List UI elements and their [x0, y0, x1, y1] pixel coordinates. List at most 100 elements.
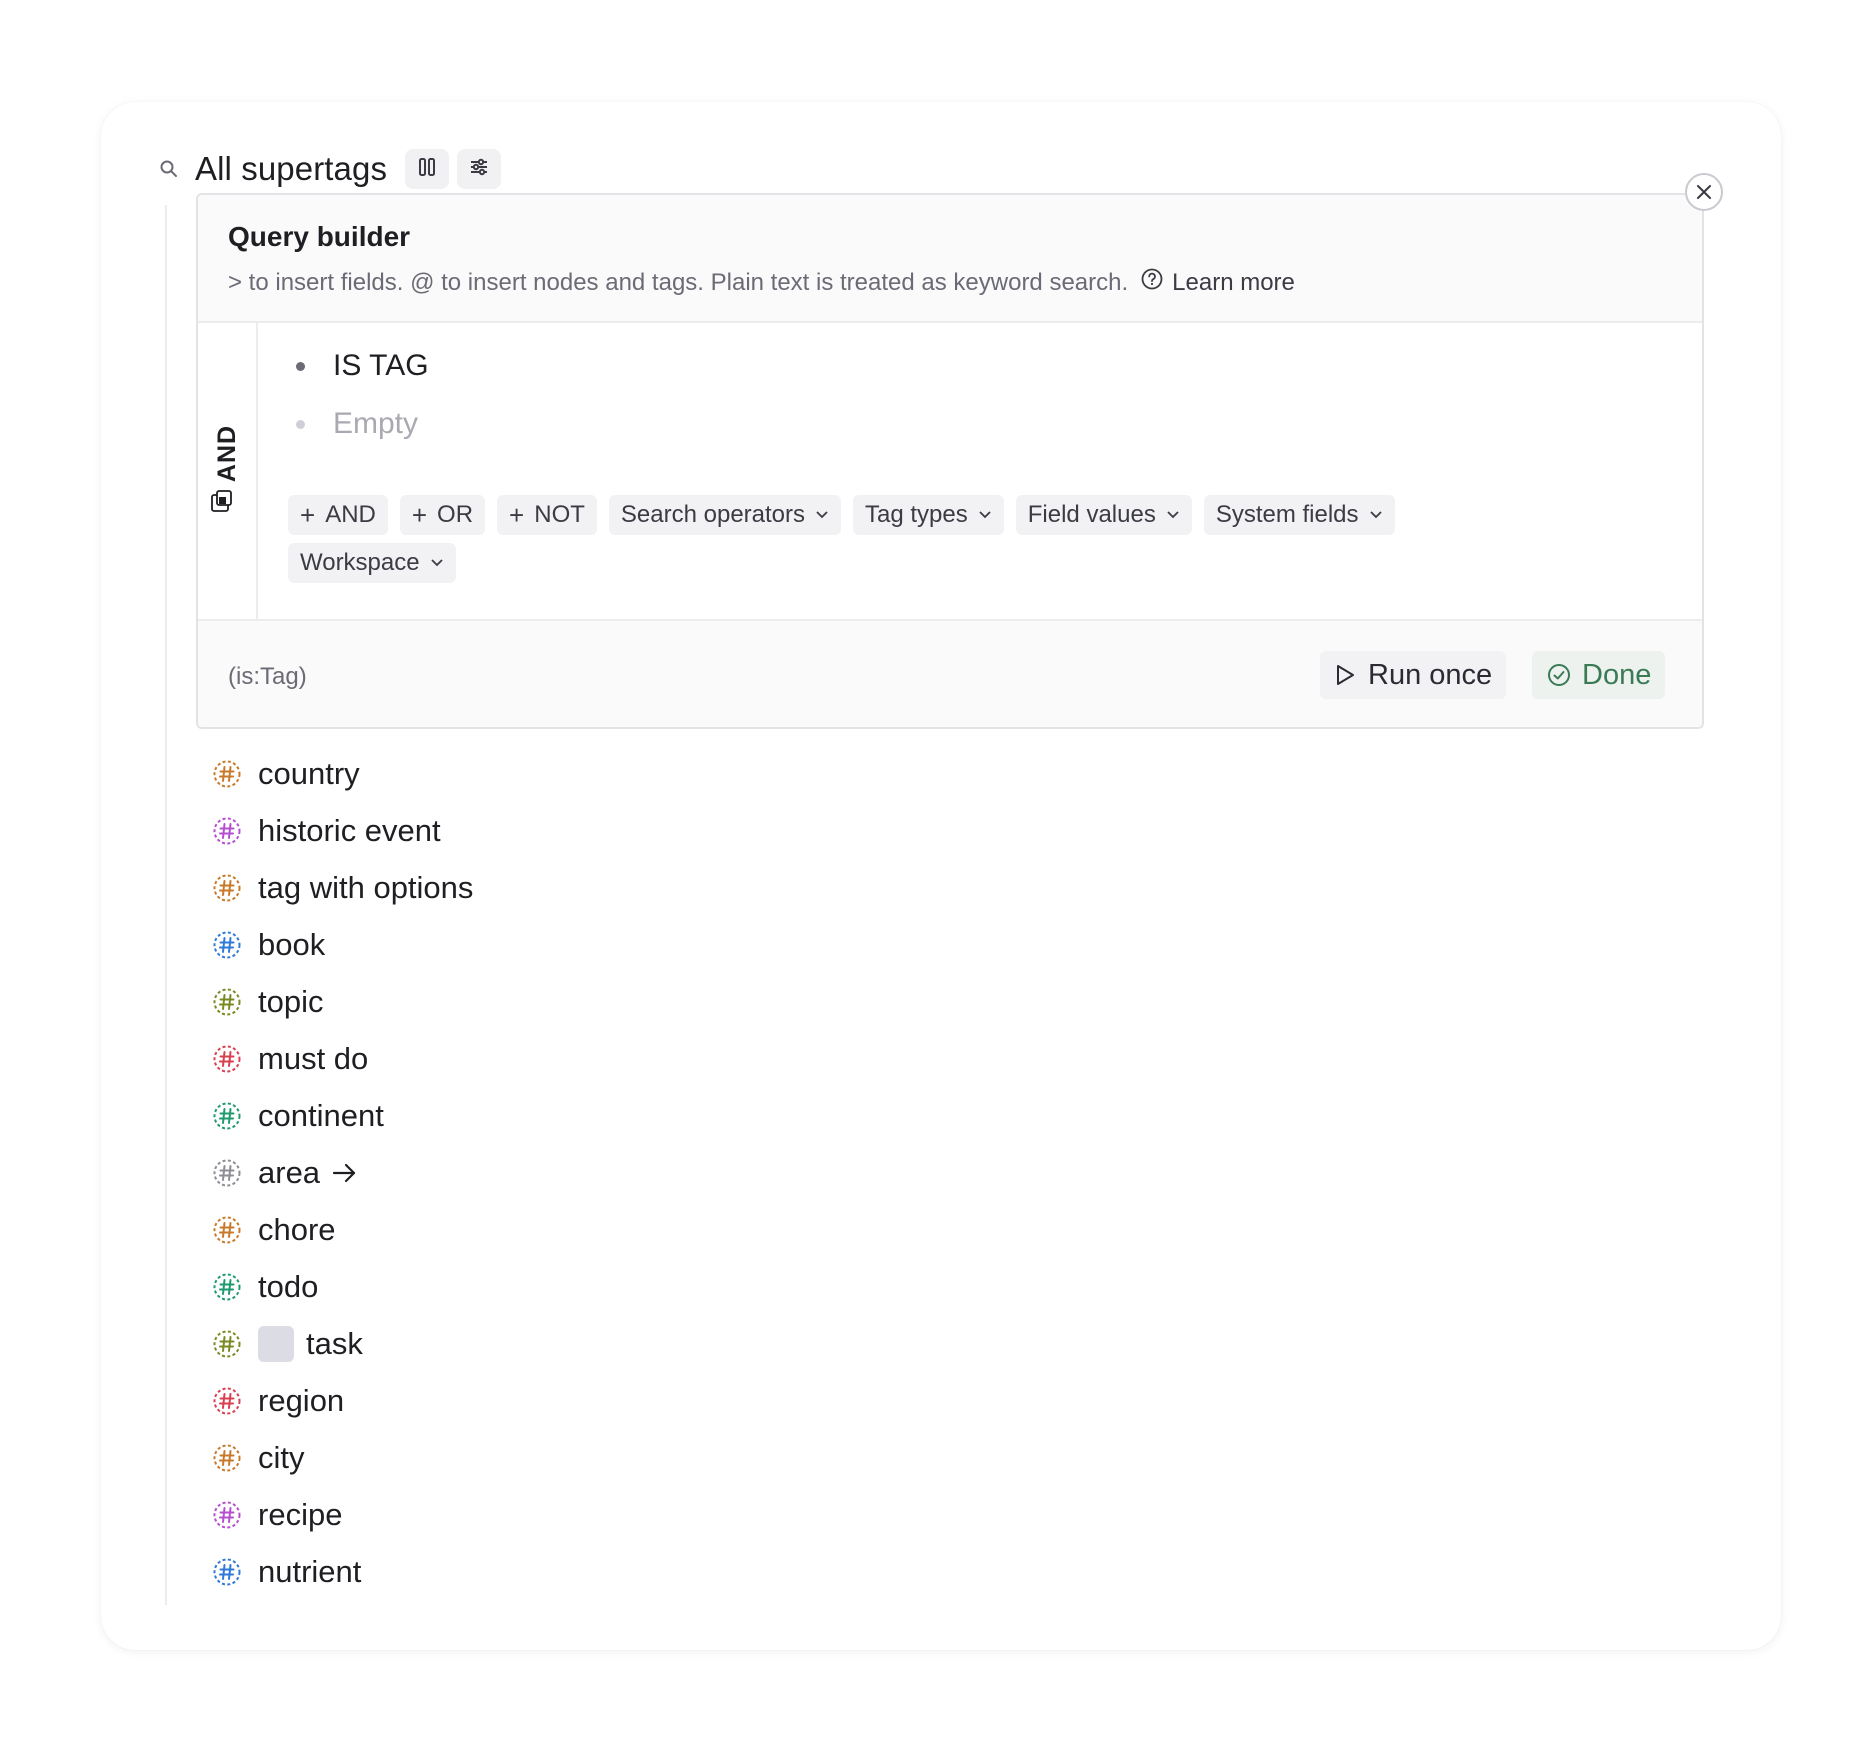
condition-placeholder-row[interactable]: Empty — [296, 407, 418, 441]
system-fields-dropdown[interactable]: System fields — [1203, 495, 1395, 535]
query-builder-body: AND IS TAG Empty + AND + OR + NOT Search op… — [198, 323, 1702, 619]
run-once-label: Run once — [1368, 658, 1493, 691]
group-toggle-icon[interactable] — [210, 489, 234, 518]
workspace-dropdown[interactable]: Workspace — [288, 543, 456, 583]
supertag-hash-icon[interactable] — [212, 873, 242, 903]
supertag-hash-icon[interactable] — [212, 1557, 242, 1587]
close-icon — [1695, 183, 1713, 201]
tag-list-item[interactable]: historic event — [212, 802, 473, 859]
tag-types-dropdown[interactable]: Tag types — [853, 495, 1004, 535]
query-builder: Query builder > to insert fields. @ to i… — [196, 193, 1704, 729]
learn-more-link[interactable]: Learn more — [1140, 267, 1295, 298]
supertag-hash-icon[interactable] — [212, 1158, 242, 1188]
chevron-down-icon — [430, 558, 444, 568]
done-button[interactable]: Done — [1532, 651, 1666, 699]
search-icon — [157, 157, 181, 181]
tag-list-item[interactable]: country — [212, 745, 473, 802]
play-icon — [1334, 663, 1356, 687]
outline-guide-line — [165, 205, 167, 1605]
tag-label: nutrient — [258, 1553, 362, 1589]
tag-label: chore — [258, 1211, 336, 1247]
sliders-icon — [469, 157, 489, 182]
tag-label: country — [258, 755, 360, 791]
supertag-hash-icon[interactable] — [212, 816, 242, 846]
search-title[interactable]: All supertags — [195, 150, 387, 188]
search-header: All supertags — [157, 145, 509, 193]
tag-label: todo — [258, 1268, 319, 1304]
add-not-button[interactable]: + NOT — [497, 495, 597, 535]
chevron-down-icon — [1369, 510, 1383, 520]
tag-label: historic event — [258, 812, 441, 848]
tag-list-item[interactable]: tag with options — [212, 859, 473, 916]
group-operator-label[interactable]: AND — [204, 423, 252, 483]
plus-icon: + — [411, 499, 428, 530]
supertag-hash-icon[interactable] — [212, 1443, 242, 1473]
condition-row[interactable]: IS TAG — [296, 349, 429, 383]
task-checkbox[interactable] — [258, 1325, 294, 1362]
tag-label: area — [258, 1154, 321, 1190]
bullet-icon — [296, 419, 305, 429]
condition-placeholder: Empty — [333, 407, 419, 440]
supertag-hash-icon[interactable] — [212, 759, 242, 789]
condition-text: IS TAG — [333, 349, 429, 382]
search-operators-dropdown[interactable]: Search operators — [608, 495, 842, 535]
supertag-hash-icon[interactable] — [212, 1329, 242, 1359]
query-toolbar: + AND + OR + NOT Search operators Tag types… — [288, 495, 1468, 591]
supertag-hash-icon[interactable] — [212, 1386, 242, 1416]
tag-label: task — [306, 1325, 363, 1361]
add-and-button[interactable]: + AND — [288, 495, 388, 535]
tag-list-item[interactable]: chore — [212, 1201, 473, 1258]
plus-icon: + — [300, 499, 316, 530]
columns-icon — [418, 157, 436, 182]
supertag-hash-icon[interactable] — [212, 1500, 242, 1530]
learn-more-label: Learn more — [1172, 268, 1295, 296]
chevron-down-icon — [815, 510, 829, 520]
tag-label: continent — [258, 1097, 384, 1133]
help-icon — [1140, 267, 1164, 298]
chevron-down-icon — [978, 510, 992, 520]
plus-icon: + — [509, 499, 525, 530]
supertag-hash-icon[interactable] — [212, 1215, 242, 1245]
tag-list-item[interactable]: topic — [212, 973, 473, 1030]
tag-label: recipe — [258, 1496, 343, 1532]
run-once-button[interactable]: Run once — [1320, 651, 1507, 699]
columns-view-button[interactable] — [405, 149, 450, 189]
tag-label: tag with options — [258, 869, 474, 905]
tag-label: topic — [258, 983, 324, 1019]
check-circle-icon — [1546, 662, 1572, 688]
query-builder-title: Query builder — [228, 221, 411, 252]
close-query-builder-button[interactable] — [1685, 173, 1723, 211]
tag-list-item[interactable]: nutrient — [212, 1543, 473, 1600]
supertag-hash-icon[interactable] — [212, 1272, 242, 1302]
query-builder-hint: > to insert fields. @ to insert nodes an… — [228, 267, 1295, 298]
supertag-hash-icon[interactable] — [212, 930, 242, 960]
field-values-dropdown[interactable]: Field values — [1015, 495, 1192, 535]
tag-list-item[interactable]: continent — [212, 1087, 473, 1144]
tag-label: must do — [258, 1040, 369, 1076]
tag-list-item[interactable]: recipe — [212, 1486, 473, 1543]
arrow-right-icon — [332, 1162, 358, 1184]
tag-list-item[interactable]: city — [212, 1429, 473, 1486]
tag-label: city — [258, 1439, 305, 1475]
done-label: Done — [1582, 658, 1652, 691]
query-options-button[interactable] — [457, 149, 502, 189]
supertag-hash-icon[interactable] — [212, 987, 242, 1017]
query-builder-footer: (is:Tag) Run once Done — [198, 619, 1702, 727]
tag-list-item[interactable]: task — [212, 1315, 473, 1372]
chevron-down-icon — [1166, 510, 1180, 520]
query-string: (is:Tag) — [228, 663, 307, 690]
hint-text: > to insert fields. @ to insert nodes an… — [228, 268, 1129, 296]
tag-list-item[interactable]: region — [212, 1372, 473, 1429]
bullet-icon — [296, 361, 305, 371]
tag-list-item[interactable]: book — [212, 916, 473, 973]
query-builder-header: Query builder > to insert fields. @ to i… — [198, 195, 1702, 323]
tag-list-item[interactable]: todo — [212, 1258, 473, 1315]
tag-list-item[interactable]: must do — [212, 1030, 473, 1087]
supertag-hash-icon[interactable] — [212, 1044, 242, 1074]
add-or-button[interactable]: + OR — [399, 495, 486, 535]
supertag-hash-icon[interactable] — [212, 1101, 242, 1131]
tag-label: region — [258, 1382, 345, 1418]
supertag-results-list: country historic event tag with options boo… — [212, 745, 473, 1600]
logic-group-column: AND — [198, 323, 258, 619]
tag-list-item[interactable]: area — [212, 1144, 473, 1201]
